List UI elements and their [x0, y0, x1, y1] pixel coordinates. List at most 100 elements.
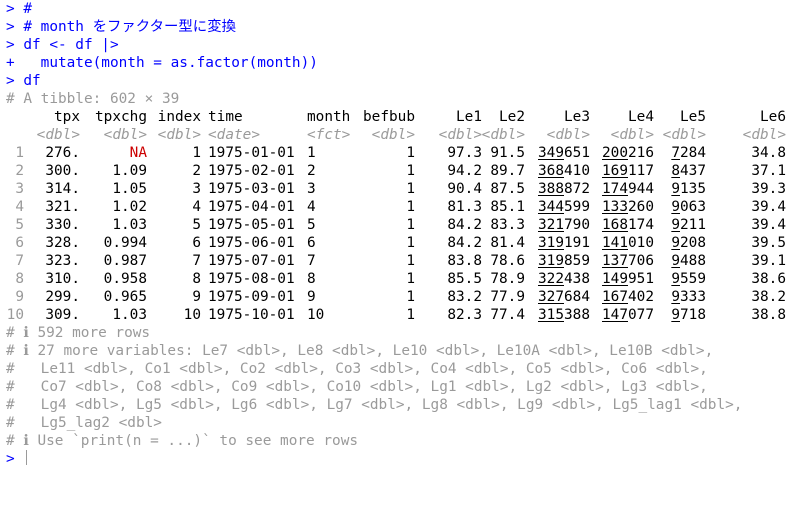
cell-le5: 9559: [671, 271, 706, 287]
cell-month: 3: [307, 181, 316, 197]
row-number: 8: [15, 271, 24, 287]
cell-time: 1975-07-01: [208, 253, 295, 269]
cell-befbub: 1: [406, 271, 415, 287]
footer-line: # ℹ Use `print(n = ...)` to see more row…: [6, 433, 359, 449]
cell-le1: 81.3: [447, 199, 482, 215]
table-row: 2 300. 1.09 2 1975-02-01 2 1 94.2 89.7 368410 1691…: [0, 162, 796, 180]
cell-le4: 149951: [602, 271, 654, 287]
cell-le2: 89.7: [490, 163, 525, 179]
cell-tpx: 328.: [45, 235, 80, 251]
column-type-le3: <dbl>: [546, 127, 590, 143]
cell-le4: 137706: [602, 253, 654, 269]
cell-befbub: 1: [406, 163, 415, 179]
cell-tpxchg: 1.05: [112, 181, 147, 197]
cell-le2: 78.9: [490, 271, 525, 287]
column-header-le2: Le2: [499, 109, 525, 125]
cell-le1: 90.4: [447, 181, 482, 197]
cell-le6: 34.8: [751, 145, 786, 161]
cell-le5: 9211: [671, 217, 706, 233]
cell-le5: 8437: [671, 163, 706, 179]
cell-index: 1: [192, 145, 201, 161]
cell-le5: 7284: [671, 145, 706, 161]
cell-le6: 39.4: [751, 199, 786, 215]
cell-le2: 91.5: [490, 145, 525, 161]
cell-month: 1: [307, 145, 316, 161]
column-header-tpxchg: tpxchg: [95, 109, 147, 125]
cell-time: 1975-02-01: [208, 163, 295, 179]
row-number: 7: [15, 253, 24, 269]
r-console[interactable]: > # > # month をファクター型に変換 > df <- df |> +…: [0, 0, 796, 467]
cell-tpx: 309.: [45, 307, 80, 323]
table-row: 7 323. 0.987 7 1975-07-01 7 1 83.8 78.6 319859 137…: [0, 252, 796, 270]
column-type-index: <dbl>: [157, 127, 201, 143]
cell-le2: 87.5: [490, 181, 525, 197]
cell-le3: 322438: [538, 271, 590, 287]
footer-line: # Co7 <dbl>, Co8 <dbl>, Co9 <dbl>, Co10 …: [6, 379, 708, 395]
cell-le6: 38.2: [751, 289, 786, 305]
row-number: 5: [15, 217, 24, 233]
code-line: > df <- df |>: [6, 37, 119, 53]
cell-index: 6: [192, 235, 201, 251]
column-header-index: index: [157, 109, 201, 125]
cell-month: 4: [307, 199, 316, 215]
cell-le2: 83.3: [490, 217, 525, 233]
cell-month: 10: [307, 307, 325, 323]
cell-index: 4: [192, 199, 201, 215]
row-number: 6: [15, 235, 24, 251]
cell-le2: 81.4: [490, 235, 525, 251]
column-type-tpx: <dbl>: [36, 127, 80, 143]
footer-line: # ℹ 27 more variables: Le7 <dbl>, Le8 <d…: [6, 343, 714, 359]
cell-tpx: 314.: [45, 181, 80, 197]
cell-time: 1975-06-01: [208, 235, 295, 251]
row-number: 9: [15, 289, 24, 305]
cell-le4: 147077: [602, 307, 654, 323]
console-code-block: > # > # month をファクター型に変換 > df <- df |> +…: [0, 0, 796, 108]
tibble-footer: # ℹ 592 more rows # ℹ 27 more variables: …: [0, 324, 796, 450]
table-row: 8 310. 0.958 8 1975-08-01 8 1 85.5 78.9 322438 149…: [0, 270, 796, 288]
cell-le6: 39.3: [751, 181, 786, 197]
prompt-line[interactable]: >: [0, 450, 796, 468]
cell-month: 8: [307, 271, 316, 287]
cell-time: 1975-08-01: [208, 271, 295, 287]
cell-le1: 94.2: [447, 163, 482, 179]
column-header-month: month: [307, 109, 351, 125]
cell-tpx: 276.: [45, 145, 80, 161]
text-cursor: [26, 450, 27, 465]
cell-month: 7: [307, 253, 316, 269]
cell-month: 5: [307, 217, 316, 233]
cell-tpx: 323.: [45, 253, 80, 269]
cell-tpxchg: 1.03: [112, 217, 147, 233]
cell-index: 2: [192, 163, 201, 179]
cell-tpx: 310.: [45, 271, 80, 287]
cell-le5: 9208: [671, 235, 706, 251]
footer-line: # Le11 <dbl>, Co1 <dbl>, Co2 <dbl>, Co3 …: [6, 361, 708, 377]
cell-le1: 83.2: [447, 289, 482, 305]
cell-index: 8: [192, 271, 201, 287]
cell-tpxchg: NA: [129, 145, 147, 161]
cell-le4: 169117: [602, 163, 654, 179]
table-row: 10 309. 1.03 10 1975-10-01 10 1 82.3 77.4 315388 1…: [0, 306, 796, 324]
cell-le2: 78.6: [490, 253, 525, 269]
cell-befbub: 1: [406, 307, 415, 323]
cell-le6: 39.5: [751, 235, 786, 251]
code-line: > df: [6, 73, 41, 89]
code-line: + mutate(month = as.factor(month)): [6, 55, 318, 71]
cell-le4: 167402: [602, 289, 654, 305]
cell-le4: 133260: [602, 199, 654, 215]
column-type-le4: <dbl>: [610, 127, 654, 143]
cell-le6: 39.4: [751, 217, 786, 233]
cell-tpx: 330.: [45, 217, 80, 233]
column-type-le5: <dbl>: [662, 127, 706, 143]
cell-index: 9: [192, 289, 201, 305]
cell-time: 1975-03-01: [208, 181, 295, 197]
column-type-month: <fct>: [307, 127, 351, 143]
column-header-le4: Le4: [628, 109, 654, 125]
cell-befbub: 1: [406, 145, 415, 161]
cell-index: 10: [183, 307, 201, 323]
cell-month: 9: [307, 289, 316, 305]
code-line: > #: [6, 1, 32, 17]
column-type-row: <dbl> <dbl> <dbl> <date> <fct> <dbl> <dbl> <dbl…: [0, 126, 796, 144]
code-line: > # month をファクター型に変換: [6, 19, 236, 35]
column-header-row: tpx tpxchg index time month befbub Le1 Le2 Le3 Le…: [0, 108, 796, 126]
cell-le1: 84.2: [447, 217, 482, 233]
